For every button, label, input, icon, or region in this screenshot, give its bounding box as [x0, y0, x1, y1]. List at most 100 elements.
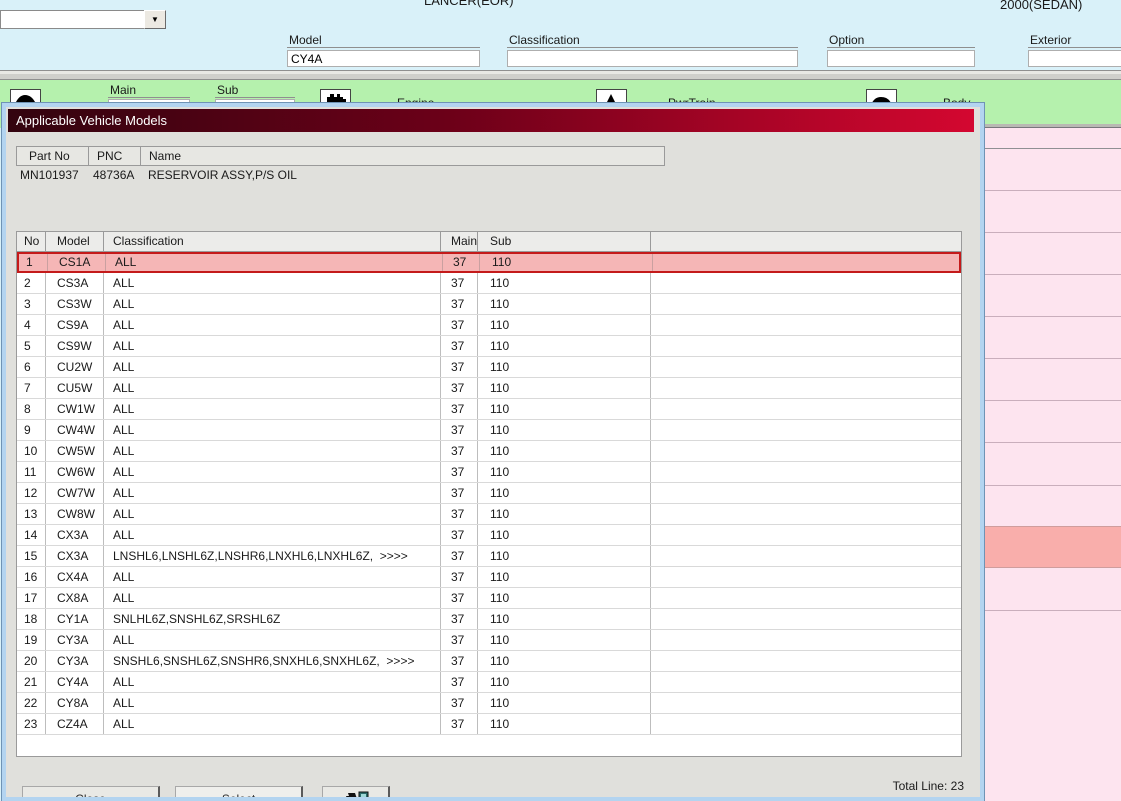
classification-input[interactable] — [507, 50, 798, 67]
background-highlighted-row — [985, 526, 1121, 568]
model-row[interactable]: 5 CS9W ALL 37 110 — [17, 336, 961, 357]
row-main: 37 — [441, 672, 478, 692]
row-model: CX3A — [46, 546, 104, 566]
select-button[interactable]: Select — [175, 786, 303, 797]
row-main: 37 — [443, 254, 480, 271]
col-header-no[interactable]: No — [17, 232, 46, 251]
row-model: CZ4A — [46, 714, 104, 734]
model-row[interactable]: 8 CW1W ALL 37 110 — [17, 399, 961, 420]
models-table: No Model Classification Main Sub 1 CS1A … — [16, 231, 962, 757]
row-filler — [651, 588, 961, 608]
model-row[interactable]: 11 CW6W ALL 37 110 — [17, 462, 961, 483]
row-sub: 110 — [478, 630, 651, 650]
model-row[interactable]: 15 CX3A LNSHL6,LNSHL6Z,LNSHR6,LNXHL6,LNX… — [17, 546, 961, 567]
row-classification: ALL — [104, 441, 441, 461]
dialog-titlebar[interactable]: Applicable Vehicle Models — [8, 109, 974, 132]
model-row[interactable]: 21 CY4A ALL 37 110 — [17, 672, 961, 693]
row-main: 37 — [441, 483, 478, 503]
row-model: CW5W — [46, 441, 104, 461]
row-no: 14 — [17, 525, 46, 545]
row-no: 19 — [17, 630, 46, 650]
model-row[interactable]: 9 CW4W ALL 37 110 — [17, 420, 961, 441]
row-sub: 110 — [478, 693, 651, 713]
row-filler — [651, 546, 961, 566]
row-model: CU2W — [46, 357, 104, 377]
model-row[interactable]: 13 CW8W ALL 37 110 — [17, 504, 961, 525]
row-filler — [651, 609, 961, 629]
row-filler — [651, 315, 961, 335]
model-row[interactable]: 18 CY1A SNLHL6Z,SNSHL6Z,SRSHL6Z 37 110 — [17, 609, 961, 630]
row-model: CX3A — [46, 525, 104, 545]
row-main: 37 — [441, 546, 478, 566]
model-row[interactable]: 17 CX8A ALL 37 110 — [17, 588, 961, 609]
row-classification: ALL — [104, 336, 441, 356]
model-row[interactable]: 1 CS1A ALL 37 110 — [17, 252, 961, 273]
exterior-input[interactable] — [1028, 50, 1121, 67]
row-main: 37 — [441, 693, 478, 713]
option-input[interactable] — [827, 50, 975, 67]
row-no: 5 — [17, 336, 46, 356]
row-filler — [651, 336, 961, 356]
row-no: 15 — [17, 546, 46, 566]
row-model: CY3A — [46, 651, 104, 671]
row-classification: SNSHL6,SNSHL6Z,SNSHR6,SNXHL6,SNXHL6Z, >>… — [104, 651, 441, 671]
model-row[interactable]: 3 CS3W ALL 37 110 — [17, 294, 961, 315]
model-row[interactable]: 20 CY3A SNSHL6,SNSHL6Z,SNSHR6,SNXHL6,SNX… — [17, 651, 961, 672]
row-no: 7 — [17, 378, 46, 398]
model-row[interactable]: 14 CX3A ALL 37 110 — [17, 525, 961, 546]
chevron-down-icon[interactable]: ▼ — [144, 10, 166, 29]
row-main: 37 — [441, 609, 478, 629]
model-row[interactable]: 4 CS9A ALL 37 110 — [17, 315, 961, 336]
pnc-header: PNC — [89, 147, 141, 165]
row-model: CX4A — [46, 567, 104, 587]
row-filler — [651, 399, 961, 419]
row-main: 37 — [441, 357, 478, 377]
vehicle-name: LANCER(EOR) — [424, 0, 514, 8]
model-row[interactable]: 23 CZ4A ALL 37 110 — [17, 714, 961, 735]
row-filler — [651, 441, 961, 461]
vehicle-combo-input[interactable] — [0, 10, 145, 29]
model-row[interactable]: 6 CU2W ALL 37 110 — [17, 357, 961, 378]
row-sub: 110 — [478, 273, 651, 293]
model-input[interactable] — [287, 50, 480, 67]
row-sub: 110 — [478, 378, 651, 398]
model-row[interactable]: 12 CW7W ALL 37 110 — [17, 483, 961, 504]
row-classification: ALL — [104, 399, 441, 419]
model-row[interactable]: 10 CW5W ALL 37 110 — [17, 441, 961, 462]
exterior-label: Exterior — [1028, 33, 1121, 48]
row-sub: 110 — [478, 504, 651, 524]
col-header-sub[interactable]: Sub — [478, 232, 651, 251]
model-row[interactable]: 2 CS3A ALL 37 110 — [17, 273, 961, 294]
vehicle-spec: 2000(SEDAN) — [1000, 0, 1083, 12]
row-classification: ALL — [104, 273, 441, 293]
row-classification: ALL — [104, 315, 441, 335]
row-model: CS9W — [46, 336, 104, 356]
model-row[interactable]: 7 CU5W ALL 37 110 — [17, 378, 961, 399]
list-row-divider — [985, 400, 1121, 401]
col-header-main[interactable]: Main — [441, 232, 478, 251]
row-model: CY4A — [46, 672, 104, 692]
row-classification: ALL — [104, 525, 441, 545]
row-model: CS9A — [46, 315, 104, 335]
row-main: 37 — [441, 315, 478, 335]
pnc-value: 48736A — [93, 168, 135, 182]
row-no: 13 — [17, 504, 46, 524]
row-classification: ALL — [104, 693, 441, 713]
print-button[interactable] — [322, 786, 390, 797]
row-main: 37 — [441, 399, 478, 419]
row-model: CU5W — [46, 378, 104, 398]
close-button[interactable]: Close — [22, 786, 160, 797]
separator-ridge — [0, 70, 1121, 80]
row-filler — [651, 483, 961, 503]
row-classification: SNLHL6Z,SNSHL6Z,SRSHL6Z — [104, 609, 441, 629]
row-no: 10 — [17, 441, 46, 461]
row-model: CW4W — [46, 420, 104, 440]
row-sub: 110 — [478, 420, 651, 440]
row-main: 37 — [441, 378, 478, 398]
model-row[interactable]: 22 CY8A ALL 37 110 — [17, 693, 961, 714]
col-header-model[interactable]: Model — [46, 232, 104, 251]
col-header-classification[interactable]: Classification — [104, 232, 441, 251]
model-row[interactable]: 16 CX4A ALL 37 110 — [17, 567, 961, 588]
model-row[interactable]: 19 CY3A ALL 37 110 — [17, 630, 961, 651]
row-main: 37 — [441, 651, 478, 671]
